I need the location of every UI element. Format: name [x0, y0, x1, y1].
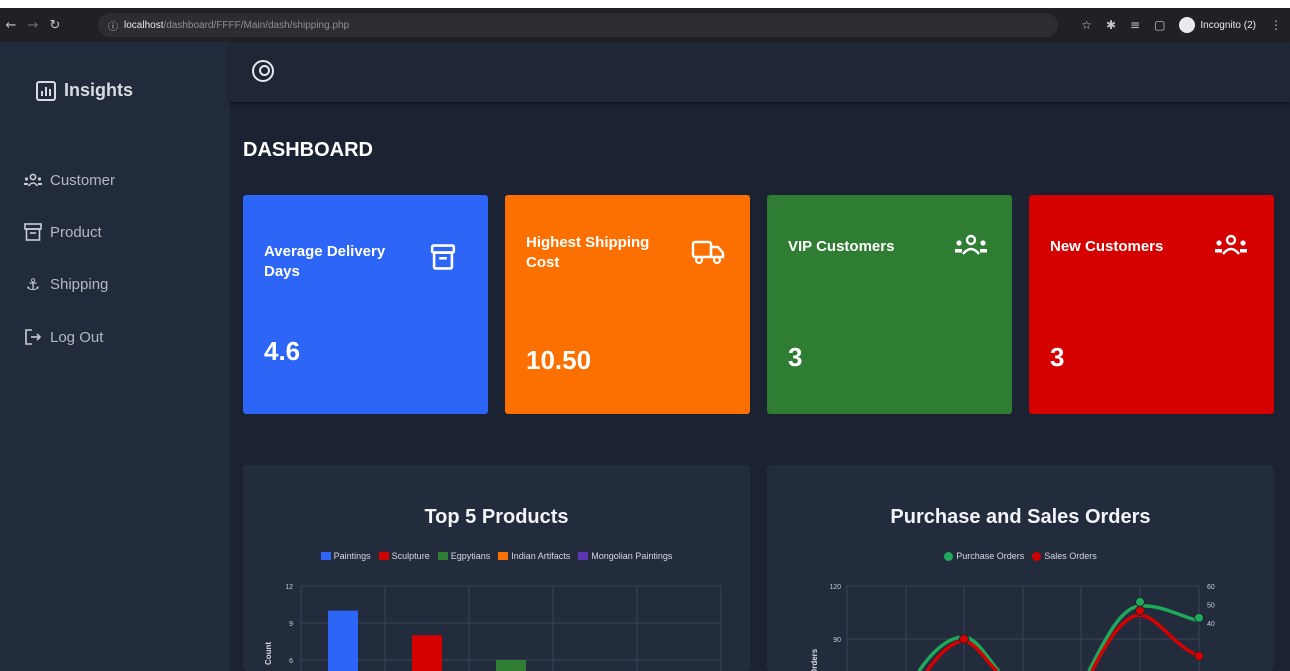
archive-icon: [430, 243, 456, 277]
site-info-icon[interactable]: ⓘ: [108, 18, 118, 33]
bar-chart: Count 12 9 6: [264, 584, 722, 671]
y-axis-label: Count: [264, 642, 273, 665]
data-point: [1135, 596, 1145, 607]
url-host: localhost: [124, 19, 164, 31]
sidebar-item-label: Log Out: [50, 328, 104, 346]
archive-icon: [22, 222, 44, 242]
profile-button[interactable]: Incognito (2): [1179, 17, 1256, 33]
card-value: 3: [1050, 342, 1065, 372]
brand[interactable]: Insights: [36, 80, 133, 101]
sidebar-item-label: Customer: [50, 171, 116, 189]
card-title: Average Delivery Days: [264, 243, 386, 280]
card-value: 10.50: [526, 345, 592, 375]
card-vip-customers: VIP Customers 3: [767, 195, 1012, 414]
side-panel-icon[interactable]: ▢: [1154, 18, 1165, 32]
brand-label: Insights: [64, 80, 134, 100]
card-average-delivery-days: Average Delivery Days 4.6: [243, 195, 488, 414]
reading-list-icon[interactable]: ≡: [1130, 18, 1140, 32]
y-axis-label: Orders: [810, 648, 819, 671]
sidebar-item-customer[interactable]: Customer: [22, 170, 115, 190]
y-tick-label: 12: [285, 584, 293, 591]
logout-icon: [22, 327, 44, 347]
y-right-tick-label: 50: [1207, 603, 1215, 610]
top-bar: [230, 42, 1290, 102]
page-title: DASHBOARD: [243, 139, 373, 161]
orders-chart-panel: Purchase and Sales Orders Purchase Order…: [767, 465, 1274, 671]
card-highest-shipping-cost: Highest Shipping Cost 10.50: [505, 195, 750, 414]
y-right-tick-label: 40: [1207, 621, 1215, 628]
card-title: Highest Shipping Cost: [526, 234, 650, 271]
sidebar-item-label: Product: [50, 223, 102, 241]
users-icon: [953, 234, 989, 262]
profile-label: Incognito (2): [1200, 19, 1256, 31]
data-point: [959, 634, 969, 644]
data-point: [1135, 605, 1145, 616]
bookmark-star-icon[interactable]: ☆: [1081, 18, 1092, 32]
y-tick-label: 9: [289, 621, 293, 628]
users-icon: [22, 170, 44, 190]
bar-egpytians: [496, 660, 526, 671]
data-point: [1194, 612, 1204, 623]
card-value: 3: [788, 342, 803, 372]
back-icon[interactable]: ←: [0, 18, 22, 33]
menu-icon[interactable]: ⋮: [1270, 18, 1282, 32]
users-icon: [1213, 234, 1249, 262]
truck-icon: [691, 238, 725, 272]
sidebar: Insights Customer Product ⚓ Shipping Log…: [0, 42, 230, 671]
bar-paintings: [328, 610, 358, 671]
anchor-icon: ⚓: [25, 274, 41, 294]
y-tick-label: 6: [289, 658, 293, 665]
line-chart: Orders 120 90 60 50 40: [810, 584, 1215, 671]
extensions-icon[interactable]: ✱: [1106, 18, 1116, 32]
bar-chart-icon: [36, 80, 56, 101]
sidebar-item-logout[interactable]: Log Out: [22, 327, 103, 347]
bar-sculpture: [412, 635, 442, 671]
reload-icon[interactable]: ↻: [44, 18, 66, 33]
card-title: VIP Customers: [788, 238, 895, 255]
card-title: New Customers: [1050, 238, 1164, 255]
y-right-tick-label: 60: [1207, 584, 1215, 591]
browser-toolbar: ← → ↻ ⓘ localhost/dashboard/FFFF/Main/da…: [0, 0, 1290, 42]
series-line-sales-orders: [925, 613, 1200, 671]
card-value: 4.6: [264, 336, 301, 366]
forward-icon[interactable]: →: [22, 18, 44, 33]
incognito-icon: [1179, 17, 1196, 33]
sidebar-item-shipping[interactable]: ⚓ Shipping: [22, 274, 109, 294]
user-profile-icon[interactable]: [252, 60, 274, 82]
y-left-tick-label: 120: [829, 584, 841, 591]
top-products-chart-panel: Top 5 Products Paintings Sculpture Egpyt…: [243, 465, 750, 671]
card-new-customers: New Customers 3: [1029, 195, 1274, 414]
data-point: [1194, 651, 1204, 661]
y-left-tick-label: 90: [833, 637, 841, 644]
sidebar-item-label: Shipping: [50, 275, 109, 293]
sidebar-item-product[interactable]: Product: [22, 222, 102, 242]
address-bar[interactable]: ⓘ localhost/dashboard/FFFF/Main/dash/shi…: [98, 13, 1058, 37]
url-path: /dashboard/FFFF/Main/dash/shipping.php: [163, 19, 350, 31]
